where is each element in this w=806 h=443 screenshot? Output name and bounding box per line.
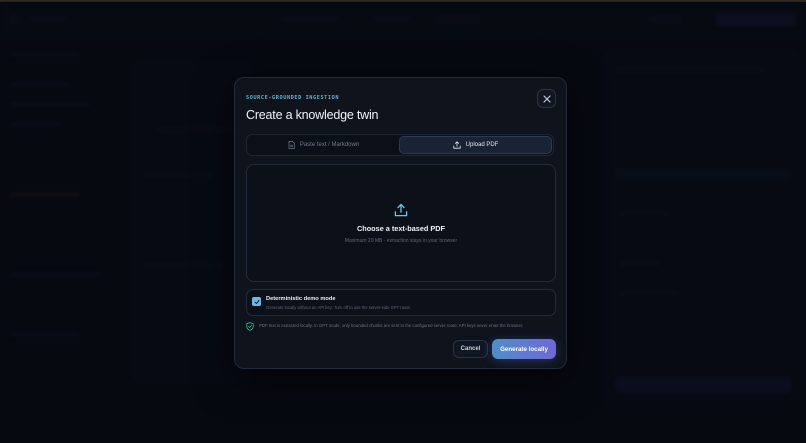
privacy-note-text: PDF text is extracted locally. In GPT mo… <box>259 323 524 328</box>
demo-mode-option[interactable]: Deterministic demo mode Generate locally… <box>246 289 556 316</box>
dialog-title: Create a knowledge twin <box>246 108 379 122</box>
dropzone-title: Choose a text-based PDF <box>357 224 445 233</box>
shield-check-icon <box>246 322 254 331</box>
tab-upload-pdf[interactable]: Upload PDF <box>399 136 552 154</box>
demo-mode-checkbox[interactable] <box>252 297 261 306</box>
privacy-note: PDF text is extracted locally. In GPT mo… <box>246 322 558 331</box>
close-icon <box>542 94 551 103</box>
create-knowledge-twin-dialog: SOURCE-GROUNDED INGESTION Create a knowl… <box>234 77 567 369</box>
upload-icon <box>453 141 461 149</box>
tab-paste-text-label: Paste text / Markdown <box>299 142 360 148</box>
document-icon <box>288 141 295 149</box>
pdf-dropzone[interactable]: Choose a text-based PDF Maximum 20 MB · … <box>246 164 556 282</box>
tab-upload-pdf-label: Upload PDF <box>465 142 499 148</box>
cancel-button[interactable]: Cancel <box>453 340 488 358</box>
dropzone-subtitle: Maximum 20 MB · extraction stays in your… <box>344 238 458 244</box>
generate-locally-button[interactable]: Generate locally <box>492 339 556 359</box>
close-button[interactable] <box>537 89 556 108</box>
demo-mode-label: Deterministic demo mode <box>266 296 336 302</box>
tab-paste-text[interactable]: Paste text / Markdown <box>248 136 399 154</box>
upload-icon <box>394 203 408 217</box>
dialog-eyebrow: SOURCE-GROUNDED INGESTION <box>246 95 340 101</box>
checkmark-icon <box>254 299 259 304</box>
demo-mode-description: Generate locally without an API key. Tur… <box>266 305 412 310</box>
source-tabs: Paste text / Markdown Upload PDF <box>246 134 554 156</box>
